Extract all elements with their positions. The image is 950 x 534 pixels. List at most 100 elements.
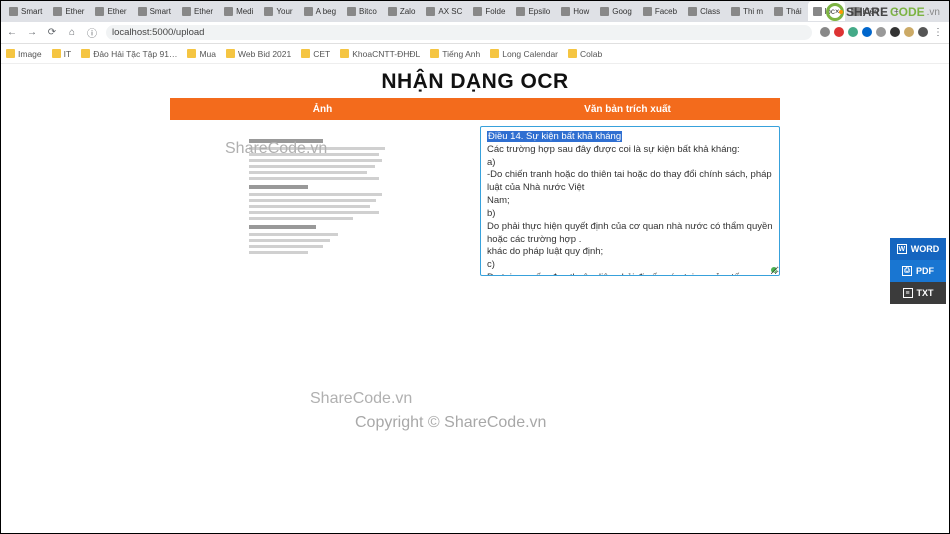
favicon-icon — [731, 7, 740, 16]
tab-label: A beg — [316, 7, 336, 16]
extracted-line: Các trường hợp sau đây được coi là sự ki… — [487, 144, 773, 157]
browser-tab[interactable]: Class — [683, 1, 725, 21]
browser-tab[interactable]: Bitco — [342, 1, 382, 21]
browser-tab[interactable]: Epsilo — [511, 1, 555, 21]
browser-tab[interactable]: Thái — [769, 1, 807, 21]
browser-tab[interactable]: Ether — [90, 1, 131, 21]
export-txt-button[interactable]: ≡ TXT — [890, 282, 946, 304]
forward-icon[interactable]: → — [26, 27, 38, 39]
bookmark-label: Tiếng Anh — [442, 49, 480, 59]
ext-icon[interactable] — [904, 27, 914, 37]
resize-handle-icon[interactable] — [771, 267, 777, 273]
favicon-icon — [9, 7, 18, 16]
browser-tab[interactable]: Ether — [177, 1, 218, 21]
bookmark-label: CET — [313, 49, 330, 59]
browser-tab[interactable]: Folde — [468, 1, 510, 21]
bookmark-item[interactable]: Tiếng Anh — [430, 49, 480, 59]
back-icon[interactable]: ← — [6, 27, 18, 39]
extracted-line: -Do chiến tranh hoặc do thiên tai hoặc d… — [487, 169, 773, 195]
browser-tab[interactable]: How — [556, 1, 594, 21]
tab-label: Your — [276, 7, 292, 16]
browser-tab[interactable]: Zalo — [383, 1, 421, 21]
browser-tab[interactable]: AX SC — [421, 1, 467, 21]
home-icon[interactable]: ⌂ — [66, 27, 78, 39]
col-header-image: Ảnh — [170, 98, 475, 120]
watermark-text: ShareCode.vn — [310, 390, 412, 408]
url-bar[interactable]: localhost:5000/upload — [106, 25, 812, 40]
bookmark-label: Image — [18, 49, 42, 59]
ext-icon[interactable] — [820, 27, 830, 37]
selected-text: Điều 14. Sự kiện bất khả kháng — [487, 131, 622, 142]
tab-label: Smart — [21, 7, 42, 16]
logo-ring-icon — [826, 3, 844, 21]
favicon-icon — [264, 7, 273, 16]
bookmark-item[interactable]: Colab — [568, 49, 602, 59]
browser-tab[interactable]: Medi — [219, 1, 258, 21]
tab-label: Epsilo — [528, 7, 550, 16]
uploaded-document-thumbnail[interactable] — [235, 126, 405, 276]
browser-tab[interactable]: Your — [259, 1, 297, 21]
browser-tab[interactable]: Goog — [595, 1, 637, 21]
favicon-icon — [182, 7, 191, 16]
extracted-line: Do phải thực hiện quyết định của cơ quan… — [487, 221, 773, 247]
ext-icon[interactable] — [848, 27, 858, 37]
bookmark-item[interactable]: IT — [52, 49, 72, 59]
word-icon: W — [897, 244, 907, 254]
export-pdf-button[interactable]: ⎙ PDF — [890, 260, 946, 282]
favicon-icon — [561, 7, 570, 16]
browser-tab[interactable]: Smart — [133, 1, 176, 21]
folder-icon — [568, 49, 577, 58]
folder-icon — [187, 49, 196, 58]
folder-icon — [81, 49, 90, 58]
export-word-label: WORD — [911, 244, 940, 254]
favicon-icon — [426, 7, 435, 16]
ext-icon[interactable] — [876, 27, 886, 37]
col-header-text: Văn bản trích xuất — [475, 98, 780, 120]
browser-tab[interactable]: A beg — [299, 1, 341, 21]
favicon-icon — [388, 7, 397, 16]
folder-icon — [52, 49, 61, 58]
ext-icon[interactable] — [890, 27, 900, 37]
bookmark-item[interactable]: Image — [6, 49, 42, 59]
favicon-icon — [224, 7, 233, 16]
folder-icon — [430, 49, 439, 58]
browser-tab[interactable]: Thi m — [726, 1, 768, 21]
folder-icon — [6, 49, 15, 58]
browser-tab-strip: SmartEtherEtherSmartEtherMediYourA begBi… — [0, 0, 950, 22]
logo-text-a: SHARE — [846, 5, 888, 19]
bookmark-item[interactable]: Long Calendar — [490, 49, 558, 59]
extracted-text-area[interactable]: Điều 14. Sự kiện bất khả kháng Các trườn… — [480, 126, 780, 276]
bookmark-label: Đảo Hải Tặc Tập 91… — [93, 49, 177, 59]
browser-tab[interactable]: Ether — [48, 1, 89, 21]
bookmark-item[interactable]: Mua — [187, 49, 216, 59]
ext-icon[interactable] — [834, 27, 844, 37]
reload-icon[interactable]: ⟳ — [46, 27, 58, 39]
tab-label: Medi — [236, 7, 253, 16]
favicon-icon — [347, 7, 356, 16]
favicon-icon — [304, 7, 313, 16]
txt-icon: ≡ — [903, 288, 913, 298]
nav-bar: ← → ⟳ ⌂ ⓘ localhost:5000/upload ⋮ — [0, 22, 950, 44]
favicon-icon — [473, 7, 482, 16]
browser-tab[interactable]: Smart — [4, 1, 47, 21]
bookmark-label: Colab — [580, 49, 602, 59]
avatar-icon[interactable] — [918, 27, 928, 37]
text-pane: Điều 14. Sự kiện bất khả kháng Các trườn… — [480, 126, 780, 276]
bookmark-label: Mua — [199, 49, 216, 59]
export-word-button[interactable]: W WORD — [890, 238, 946, 260]
folder-icon — [226, 49, 235, 58]
info-icon[interactable]: ⓘ — [86, 27, 98, 39]
tab-label: Bitco — [359, 7, 377, 16]
page-content: NHẬN DẠNG OCR Ảnh Văn bản trích xuất — [0, 64, 950, 276]
bookmark-item[interactable]: Đảo Hải Tặc Tập 91… — [81, 49, 177, 59]
extracted-line: b) — [487, 208, 773, 221]
bookmark-item[interactable]: KhoaCNTT-ĐHĐL — [340, 49, 420, 59]
folder-icon — [301, 49, 310, 58]
browser-tab[interactable]: Faceb — [638, 1, 682, 21]
menu-icon[interactable]: ⋮ — [932, 27, 944, 39]
ext-icon[interactable] — [862, 27, 872, 37]
bookmark-item[interactable]: CET — [301, 49, 330, 59]
bookmark-item[interactable]: Web Bid 2021 — [226, 49, 291, 59]
page-title: NHẬN DẠNG OCR — [0, 70, 950, 94]
image-pane — [170, 126, 470, 276]
